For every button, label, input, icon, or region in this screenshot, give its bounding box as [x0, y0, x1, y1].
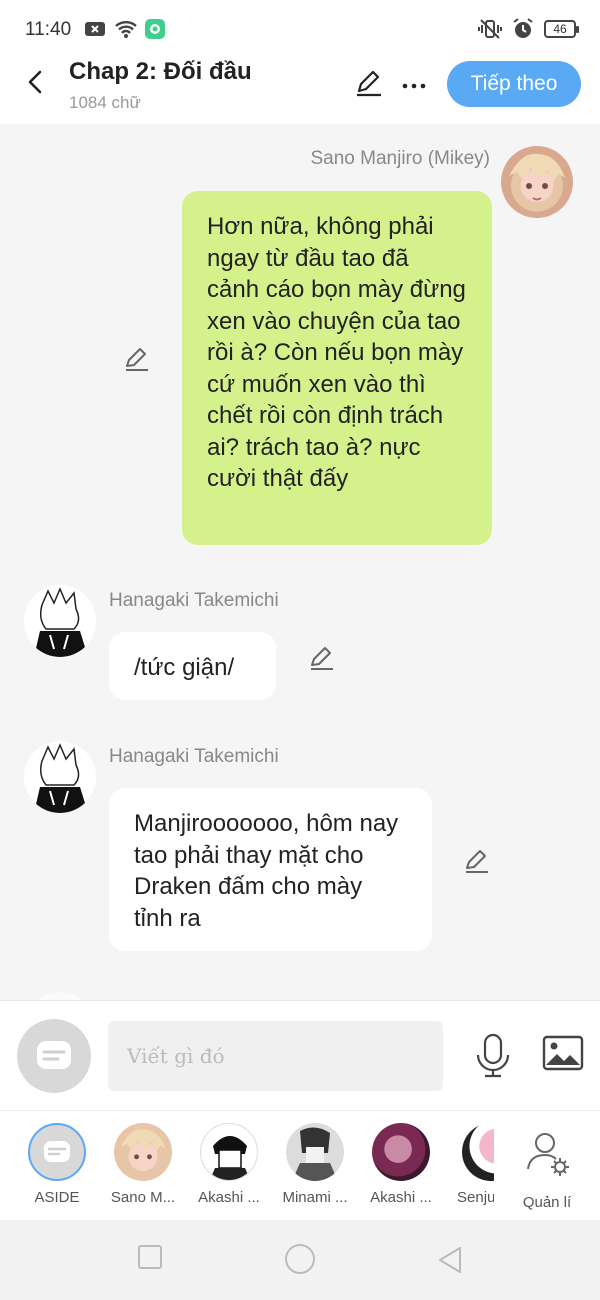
word-count: 1084 chữ [69, 93, 141, 112]
character-akashi-2[interactable]: Akashi ... [358, 1123, 444, 1206]
avatar-minami-icon [292, 1127, 338, 1181]
microphone-icon[interactable] [474, 1033, 512, 1079]
avatar-akashi-icon [209, 1136, 251, 1180]
chat-bubble-icon [44, 1141, 70, 1162]
character-label: Senju [457, 1189, 494, 1206]
message-bubble[interactable]: Manjirooooooo, hôm nay tao phải thay mặt… [109, 788, 432, 951]
aside-avatar [28, 1123, 86, 1181]
user-settings-icon [527, 1133, 569, 1176]
avatar [372, 1123, 430, 1181]
sender-name: Sano Manjiro (Mikey) [310, 148, 491, 169]
image-icon[interactable] [542, 1035, 584, 1071]
avatar [286, 1123, 344, 1181]
avatar-mikey-icon [509, 153, 565, 201]
edit-message-icon[interactable] [123, 345, 151, 373]
chat-area: Sano Manjiro (Mikey) Hơn nữa, không phải… [0, 124, 600, 1000]
avatar-takemichi-icon [34, 743, 88, 813]
character-label: Quản lí [522, 1194, 572, 1211]
alarm-icon [513, 18, 533, 38]
edit-message-icon[interactable] [463, 847, 491, 875]
character-sano[interactable]: Sano M... [100, 1123, 186, 1206]
aside-toggle-button[interactable] [17, 1019, 91, 1093]
avatar[interactable] [24, 585, 96, 657]
home-icon[interactable] [284, 1243, 316, 1275]
character-label: ASIDE [34, 1189, 80, 1206]
character-minami[interactable]: Minami ... [272, 1123, 358, 1206]
recent-apps-icon[interactable] [137, 1244, 163, 1270]
message-bubble[interactable]: Hơn nữa, không phải ngay từ đầu tao đã c… [182, 191, 492, 545]
wifi-icon [115, 21, 137, 38]
sender-name: Hanagaki Takemichi [109, 746, 279, 767]
app-notification-icon [145, 19, 165, 39]
chapter-title: Chap 2: Đối đầu [69, 58, 252, 85]
back-nav-icon[interactable] [437, 1245, 463, 1275]
character-strip: ASIDE Sano M... Akashi ... Minami ... Ak… [0, 1110, 600, 1220]
back-icon[interactable] [22, 68, 50, 96]
avatar [114, 1123, 172, 1181]
avatar [462, 1123, 494, 1181]
next-chapter-button[interactable]: Tiếp theo [447, 61, 581, 107]
avatar[interactable] [501, 146, 573, 218]
vibrate-icon [478, 19, 502, 39]
chapter-header: Chap 2: Đối đầu 1084 chữ Tiếp theo [0, 58, 600, 124]
chat-bubble-icon [37, 1041, 71, 1069]
avatar [24, 992, 96, 1000]
character-aside[interactable]: ASIDE [14, 1123, 100, 1206]
composer-bar [0, 1000, 600, 1110]
avatar[interactable] [24, 741, 96, 813]
avatar-takemichi-icon [34, 587, 88, 657]
status-time: 11:40 [25, 19, 72, 40]
character-akashi-1[interactable]: Akashi ... [186, 1123, 272, 1206]
character-label: Akashi ... [198, 1189, 260, 1206]
system-nav-bar [0, 1220, 600, 1300]
avatar-mikey-icon [120, 1129, 166, 1160]
manage-characters-button[interactable]: Quản lí [504, 1123, 590, 1211]
character-label: Akashi ... [370, 1189, 432, 1206]
edit-message-icon[interactable] [308, 644, 336, 672]
character-label: Sano M... [110, 1189, 176, 1206]
message-bubble[interactable]: /tức giận/ [109, 632, 276, 700]
message-input[interactable] [108, 1021, 443, 1091]
status-bar: 11:40 46 [0, 0, 600, 60]
avatar [200, 1123, 258, 1181]
more-options-icon[interactable] [400, 66, 428, 94]
character-label: Minami ... [282, 1189, 348, 1206]
edit-title-icon[interactable] [354, 68, 384, 98]
sender-name: Hanagaki Takemichi [109, 590, 279, 611]
character-senju[interactable]: Senju [444, 1123, 494, 1206]
battery-icon: 46 [544, 20, 579, 38]
notification-icon [85, 22, 105, 36]
